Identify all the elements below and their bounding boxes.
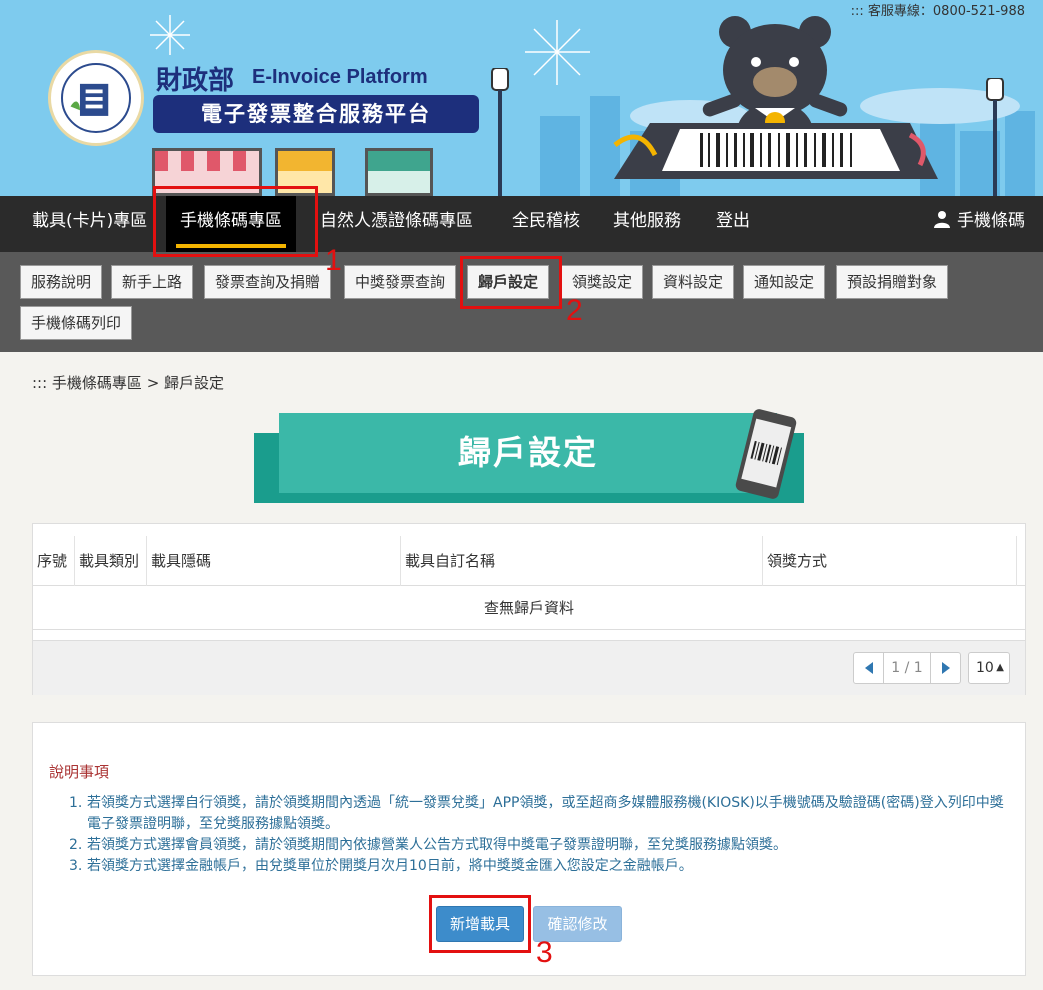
street-lamp-illustration [986,78,1004,196]
site-title-english: E-Invoice Platform [252,66,428,88]
pagination-bar: 1 / 1 10 ▲ [33,640,1025,695]
sub-nav-notification-settings[interactable]: 通知設定 [743,265,826,299]
shop-illustration [275,148,335,196]
table-empty-message: 查無歸戶資料 [33,586,1025,630]
note-item: 1. 若領獎方式選擇自行領獎，請於領獎期間內透過「統一發票兌獎」APP領獎，或至超… [69,793,1009,835]
main-navigation: 載具(卡片)專區 手機條碼專區 自然人憑證條碼專區 全民稽核 其他服務 登出 手… [0,196,1043,252]
annotation-label-1: 1 [325,244,342,277]
sub-nav-default-donation[interactable]: 預設捐贈對象 [836,265,949,299]
active-tab-underline [176,244,286,248]
sub-navigation: 服務說明 新手上路 發票查詢及捐贈 中獎發票查詢 歸戶設定 領獎設定 資料設定 … [0,252,1043,352]
notes-list: 1. 若領獎方式選擇自行領獎，請於領獎期間內透過「統一發票兌獎」APP領獎，或至超… [69,793,1009,877]
main-nav-public-audit[interactable]: 全民稽核 [512,196,580,252]
column-header-carrier-custom-name: 載具自訂名稱 [401,536,763,586]
sub-nav-winning-invoice-query[interactable]: 中獎發票查詢 [344,265,457,299]
triangle-right-icon [942,662,950,674]
breadcrumb: ::: 手機條碼專區 > 歸戶設定 [32,374,225,392]
note-number: 1. [69,795,83,811]
phone-barcode-illustration [613,123,938,179]
user-label: 手機條碼 [957,211,1025,231]
table-header: 序號 載具類別 載具隱碼 載具自訂名稱 領獎方式 [33,536,1025,586]
note-text: 若領獎方式選擇自行領獎，請於領獎期間內透過「統一發票兌獎」APP領獎，或至超商多… [87,795,1004,832]
column-header-carrier-type: 載具類別 [75,536,147,586]
note-item: 2. 若領獎方式選擇會員領獎，請於領獎期間內依據營業人公告方式取得中獎電子發票證明… [69,835,1009,856]
column-header-carrier-masked-code: 載具隱碼 [147,536,401,586]
note-item: 3. 若領獎方式選擇金融帳戶，由兌獎單位於開獎月次月10日前，將中獎獎金匯入您設定… [69,856,1009,877]
sub-nav-service-description[interactable]: 服務說明 [20,265,103,299]
sub-nav-barcode-print[interactable]: 手機條碼列印 [20,306,133,340]
main-nav-logout[interactable]: 登出 [716,196,750,252]
sub-nav-data-settings[interactable]: 資料設定 [652,265,735,299]
site-subtitle: 電子發票整合服務平台 [153,95,479,133]
column-header-serial: 序號 [33,536,75,586]
main-nav-other-services[interactable]: 其他服務 [613,196,681,252]
note-number: 3. [69,858,83,874]
page-size-select[interactable]: 10 ▲ [968,652,1010,684]
ministry-of-finance-logo [48,50,144,146]
main-nav-citizen-certificate[interactable]: 自然人憑證條碼專區 [320,196,473,252]
page-indicator: 1 / 1 [891,660,923,676]
sub-nav-getting-started[interactable]: 新手上路 [111,265,194,299]
pagination: 1 / 1 [853,652,961,684]
next-page-button[interactable] [930,653,960,683]
main-nav-mobile-barcode-label: 手機條碼專區 [180,211,282,231]
triangle-left-icon [865,662,873,674]
note-text: 若領獎方式選擇金融帳戶，由兌獎單位於開獎月次月10日前，將中獎獎金匯入您設定之金… [87,858,693,874]
main-nav-carrier-card[interactable]: 載具(卡片)專區 [32,196,147,252]
shop-illustration [152,148,262,196]
annotation-label-2: 2 [566,294,583,327]
previous-page-button[interactable] [854,653,884,683]
main-nav-mobile-barcode[interactable]: 手機條碼專區 [166,196,296,252]
site-title-chinese: 財政部 [156,66,235,96]
annotation-label-3: 3 [536,936,553,969]
street-lamp-illustration [491,68,509,196]
sub-nav-invoice-query-donation[interactable]: 發票查詢及捐贈 [204,265,332,299]
sub-nav-account-linking[interactable]: 歸戶設定 [467,265,550,299]
notes-panel: 說明事項 1. 若領獎方式選擇自行領獎，請於領獎期間內透過「統一發票兌獎」APP領… [32,722,1026,976]
user-icon [934,211,950,228]
page-size-value: 10 [976,660,994,676]
carrier-table-panel: 序號 載具類別 載具隱碼 載具自訂名稱 領獎方式 查無歸戶資料 1 / 1 10… [32,523,1026,695]
user-account-menu[interactable]: 手機條碼 [933,196,1025,252]
phone-barcode-icon [735,409,797,499]
up-down-arrows-icon: ▲ [996,662,1004,673]
shop-illustration [365,148,433,196]
note-number: 2. [69,837,83,853]
page-title: 歸戶設定 [279,413,777,493]
column-header-prize-method: 領獎方式 [763,536,1017,586]
add-carrier-button[interactable]: 新增載具 [436,906,524,942]
sparkle-decoration [150,15,190,55]
header-banner: ::: 客服專線：0800-521-988 財政部 E-Invoice Plat… [0,0,1043,196]
notes-title: 說明事項 [49,763,110,781]
customer-service-hotline: ::: 客服專線：0800-521-988 [850,4,1025,19]
note-text: 若領獎方式選擇會員領獎，請於領獎期間內依據營業人公告方式取得中獎電子發票證明聯，… [87,837,787,853]
